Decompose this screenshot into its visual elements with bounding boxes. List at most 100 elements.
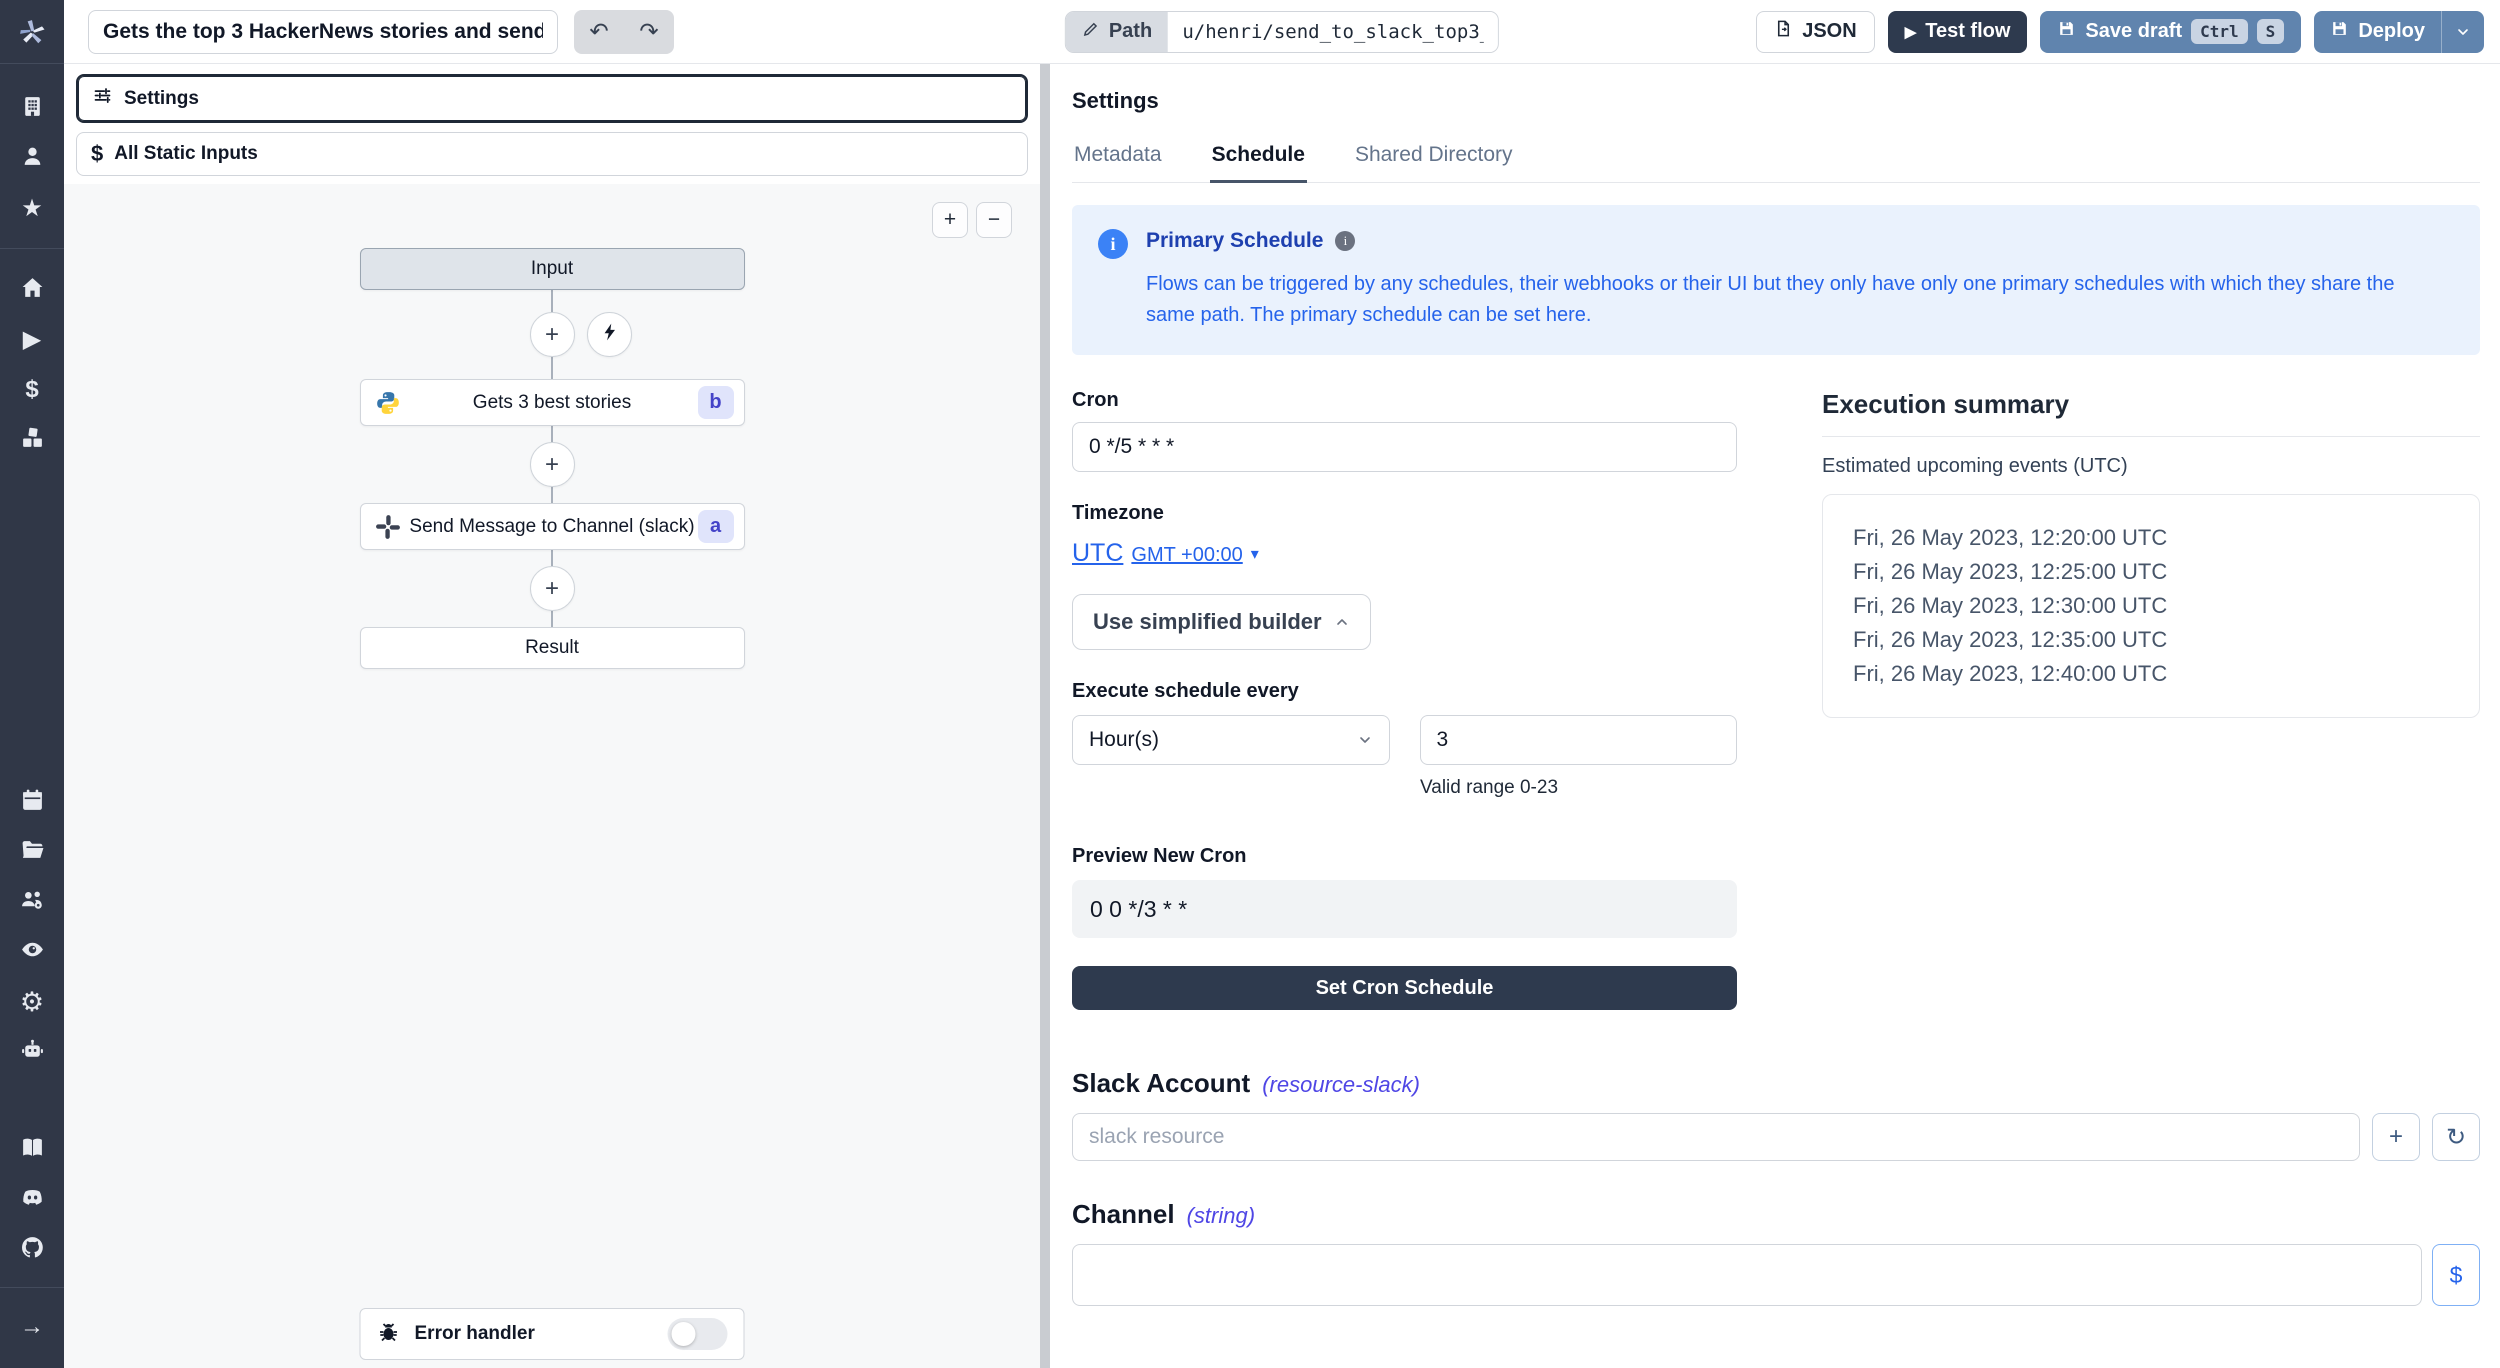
caret-down-icon: ▾ (1251, 544, 1259, 564)
plus-icon: + (545, 575, 559, 603)
flow-settings-button[interactable]: Settings (76, 74, 1028, 123)
upcoming-events-subtitle: Estimated upcoming events (UTC) (1822, 455, 2480, 478)
book-icon (20, 1135, 45, 1165)
interval-value-input[interactable] (1420, 715, 1738, 765)
slack-resource-input[interactable] (1072, 1113, 2360, 1161)
sidebar-item-runs[interactable]: ▶ (0, 315, 64, 365)
sidebar-item-home[interactable] (0, 265, 64, 315)
discord-icon (20, 1185, 45, 1215)
robot-icon (20, 1037, 45, 1067)
settings-panel: Settings Metadata Schedule Shared Direct… (1050, 64, 2500, 1368)
event-row: Fri, 26 May 2023, 12:35:00 UTC (1853, 623, 2449, 657)
sidebar-item-variables[interactable]: $ (0, 365, 64, 415)
execution-summary-title: Execution summary (1822, 389, 2480, 420)
topbar: ↶ ↷ Path JSON (64, 0, 2500, 64)
sidebar-collapse[interactable]: → (0, 1302, 64, 1352)
sidebar-item-favorites[interactable]: ★ (0, 184, 64, 234)
cron-input[interactable] (1072, 422, 1737, 472)
add-step-button[interactable]: + (530, 442, 575, 487)
refresh-icon: ↻ (2446, 1123, 2466, 1152)
channel-input[interactable] (1072, 1244, 2422, 1306)
cron-label: Cron (1072, 389, 1737, 412)
plus-icon: + (2389, 1123, 2403, 1151)
timezone-select[interactable]: UTC GMT +00:00 ▾ (1072, 539, 1737, 568)
sidebar-item-docs[interactable] (0, 1125, 64, 1175)
zoom-out-button[interactable]: − (976, 202, 1012, 238)
error-handler-toggle[interactable] (668, 1318, 728, 1350)
sidebar-item-schedules[interactable] (0, 777, 64, 827)
path-input[interactable] (1168, 12, 1498, 52)
sidebar-item-resources[interactable] (0, 415, 64, 465)
sidebar-item-groups[interactable] (0, 877, 64, 927)
add-step-button[interactable]: + (530, 312, 575, 357)
cubes-icon (20, 425, 45, 455)
pencil-icon (1082, 20, 1100, 44)
all-static-inputs-button[interactable]: $ All Static Inputs (76, 132, 1028, 176)
deploy-dropdown-button[interactable] (2441, 11, 2484, 53)
sidebar-item-folders[interactable] (0, 827, 64, 877)
windmill-logo[interactable] (0, 0, 64, 64)
sidebar-item-audit[interactable] (0, 927, 64, 977)
tab-metadata[interactable]: Metadata (1072, 132, 1164, 182)
kbd-s: S (2257, 19, 2285, 44)
calendar-icon (20, 787, 45, 817)
sidebar-item-settings[interactable]: ⚙ (0, 977, 64, 1027)
undo-button[interactable]: ↶ (574, 10, 624, 54)
sidebar-item-user[interactable] (0, 134, 64, 184)
flow-panel: Settings $ All Static Inputs + − Input (64, 64, 1040, 1368)
tab-shared-directory[interactable]: Shared Directory (1353, 132, 1515, 182)
refresh-resource-button[interactable]: ↻ (2432, 1113, 2480, 1161)
error-handler-node[interactable]: Error handler (360, 1308, 745, 1360)
sidebar-item-workers[interactable] (0, 1027, 64, 1077)
add-step-button[interactable]: + (530, 566, 575, 611)
tab-schedule[interactable]: Schedule (1210, 132, 1307, 183)
plus-icon: + (545, 321, 559, 349)
star-icon: ★ (21, 197, 43, 221)
flow-canvas[interactable]: + − Input + (64, 184, 1040, 1368)
sidebar-item-discord[interactable] (0, 1175, 64, 1225)
plus-icon: + (545, 451, 559, 479)
deploy-split-button: Deploy (2314, 11, 2484, 53)
sidebar-item-github[interactable] (0, 1225, 64, 1275)
zoom-in-button[interactable]: + (932, 202, 968, 238)
users-gear-icon (20, 887, 45, 917)
flow-title-input[interactable] (88, 10, 558, 54)
flow-graph: Input + (64, 248, 1040, 669)
test-flow-button[interactable]: ▶ Test flow (1888, 11, 2028, 53)
trigger-button[interactable] (587, 312, 632, 357)
variable-picker-button[interactable]: $ (2432, 1244, 2480, 1306)
folder-icon (20, 837, 45, 867)
node-input[interactable]: Input (360, 248, 745, 290)
set-cron-schedule-button[interactable]: Set Cron Schedule (1072, 966, 1737, 1010)
dollar-icon: $ (91, 141, 103, 167)
home-icon (20, 275, 45, 305)
valid-range-hint: Valid range 0-23 (1420, 777, 1737, 799)
simplified-builder-toggle[interactable]: Use simplified builder (1072, 594, 1371, 650)
infobox-title: Primary Schedule (1146, 229, 1323, 253)
step-badge: b (698, 386, 734, 419)
node-step-b[interactable]: Gets 3 best stories b (360, 379, 745, 426)
settings-tabs: Metadata Schedule Shared Directory (1072, 132, 2480, 183)
slack-account-type: (resource-slack) (1262, 1072, 1420, 1098)
gear-icon: ⚙ (20, 989, 44, 1016)
deploy-button[interactable]: Deploy (2314, 11, 2441, 53)
settings-title: Settings (1072, 88, 2480, 114)
redo-button[interactable]: ↷ (624, 10, 674, 54)
node-result[interactable]: Result (360, 627, 745, 669)
add-resource-button[interactable]: + (2372, 1113, 2420, 1161)
primary-schedule-infobox: i Primary Schedule i Flows can be trigge… (1072, 205, 2480, 355)
info-tooltip-icon[interactable]: i (1335, 231, 1355, 251)
event-row: Fri, 26 May 2023, 12:30:00 UTC (1853, 589, 2449, 623)
sidebar-item-workspace[interactable] (0, 84, 64, 134)
json-button[interactable]: JSON (1756, 11, 1874, 53)
panel-splitter[interactable] (1040, 64, 1050, 1368)
minus-icon: − (988, 208, 1000, 232)
bolt-icon (600, 321, 620, 349)
interval-unit-select[interactable]: Hour(s) (1072, 715, 1390, 765)
github-icon (20, 1235, 45, 1265)
save-draft-button[interactable]: Save draft Ctrl S (2040, 11, 2301, 53)
chevron-down-icon (2455, 24, 2471, 40)
node-step-a[interactable]: Send Message to Channel (slack) a (360, 503, 745, 550)
play-icon: ▶ (1905, 23, 1917, 41)
python-icon (375, 390, 401, 416)
